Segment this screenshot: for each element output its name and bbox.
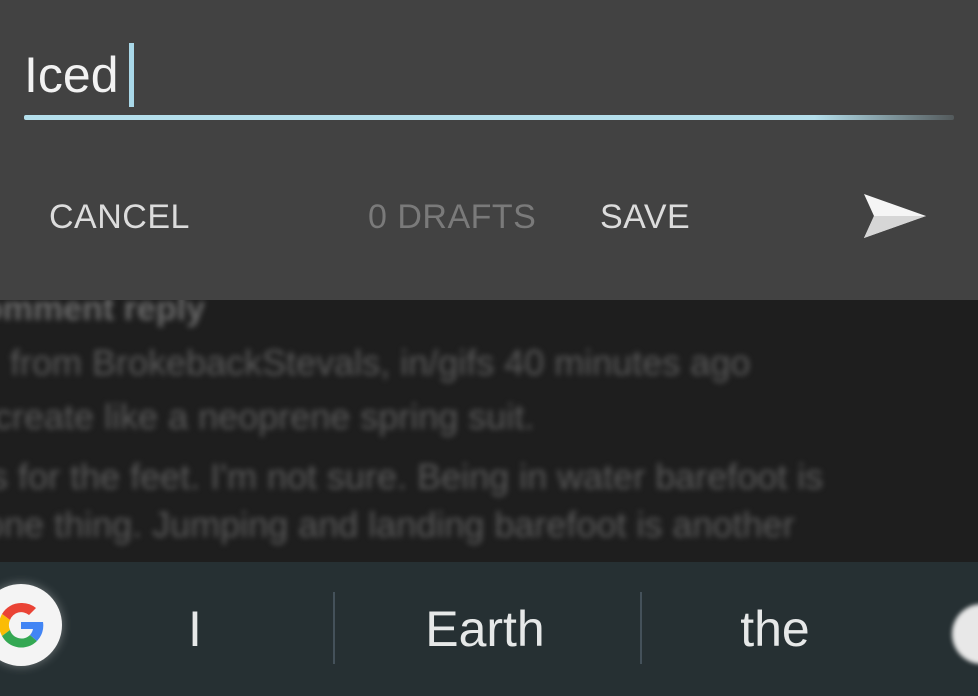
suggestion-2[interactable]: Earth [390, 600, 580, 658]
reply-input-row[interactable]: Iced [24, 40, 954, 122]
google-g-icon [0, 602, 44, 648]
mic-button-partial[interactable] [952, 604, 978, 664]
drafts-button[interactable]: 0 DRAFTS [368, 198, 536, 237]
send-icon [864, 194, 926, 238]
blurred-comment-background: omment reply from BrokebackStevals, in/g… [0, 300, 978, 562]
input-underline [24, 115, 954, 120]
compose-actions: CANCEL 0 DRAFTS SAVE [0, 180, 978, 252]
background-meta: from BrokebackStevals, in/gifs 40 minute… [10, 342, 751, 383]
reply-text-input[interactable]: Iced [24, 40, 134, 110]
screen: Iced CANCEL 0 DRAFTS SAVE omment reply f… [0, 0, 978, 696]
suggestion-1[interactable]: I [140, 600, 250, 658]
background-heading: omment reply [0, 300, 205, 328]
background-text-line: s for the feet. I'm not sure. Being in w… [0, 456, 824, 497]
reply-input-value[interactable]: Iced [24, 40, 119, 110]
cancel-button[interactable]: CANCEL [49, 198, 190, 237]
send-button[interactable] [860, 186, 930, 246]
compose-panel: Iced CANCEL 0 DRAFTS SAVE [0, 0, 978, 300]
save-button[interactable]: SAVE [600, 198, 690, 237]
background-text-line: one thing. Jumping and landing barefoot … [0, 504, 795, 545]
background-text-line: create like a neoprene spring suit. [0, 396, 535, 437]
google-logo-button[interactable] [0, 584, 62, 666]
text-cursor [128, 43, 134, 107]
suggestion-3[interactable]: the [700, 600, 850, 658]
suggestion-divider [640, 592, 642, 664]
keyboard-suggestion-strip: I Earth the [0, 562, 978, 696]
suggestion-divider [333, 592, 335, 664]
